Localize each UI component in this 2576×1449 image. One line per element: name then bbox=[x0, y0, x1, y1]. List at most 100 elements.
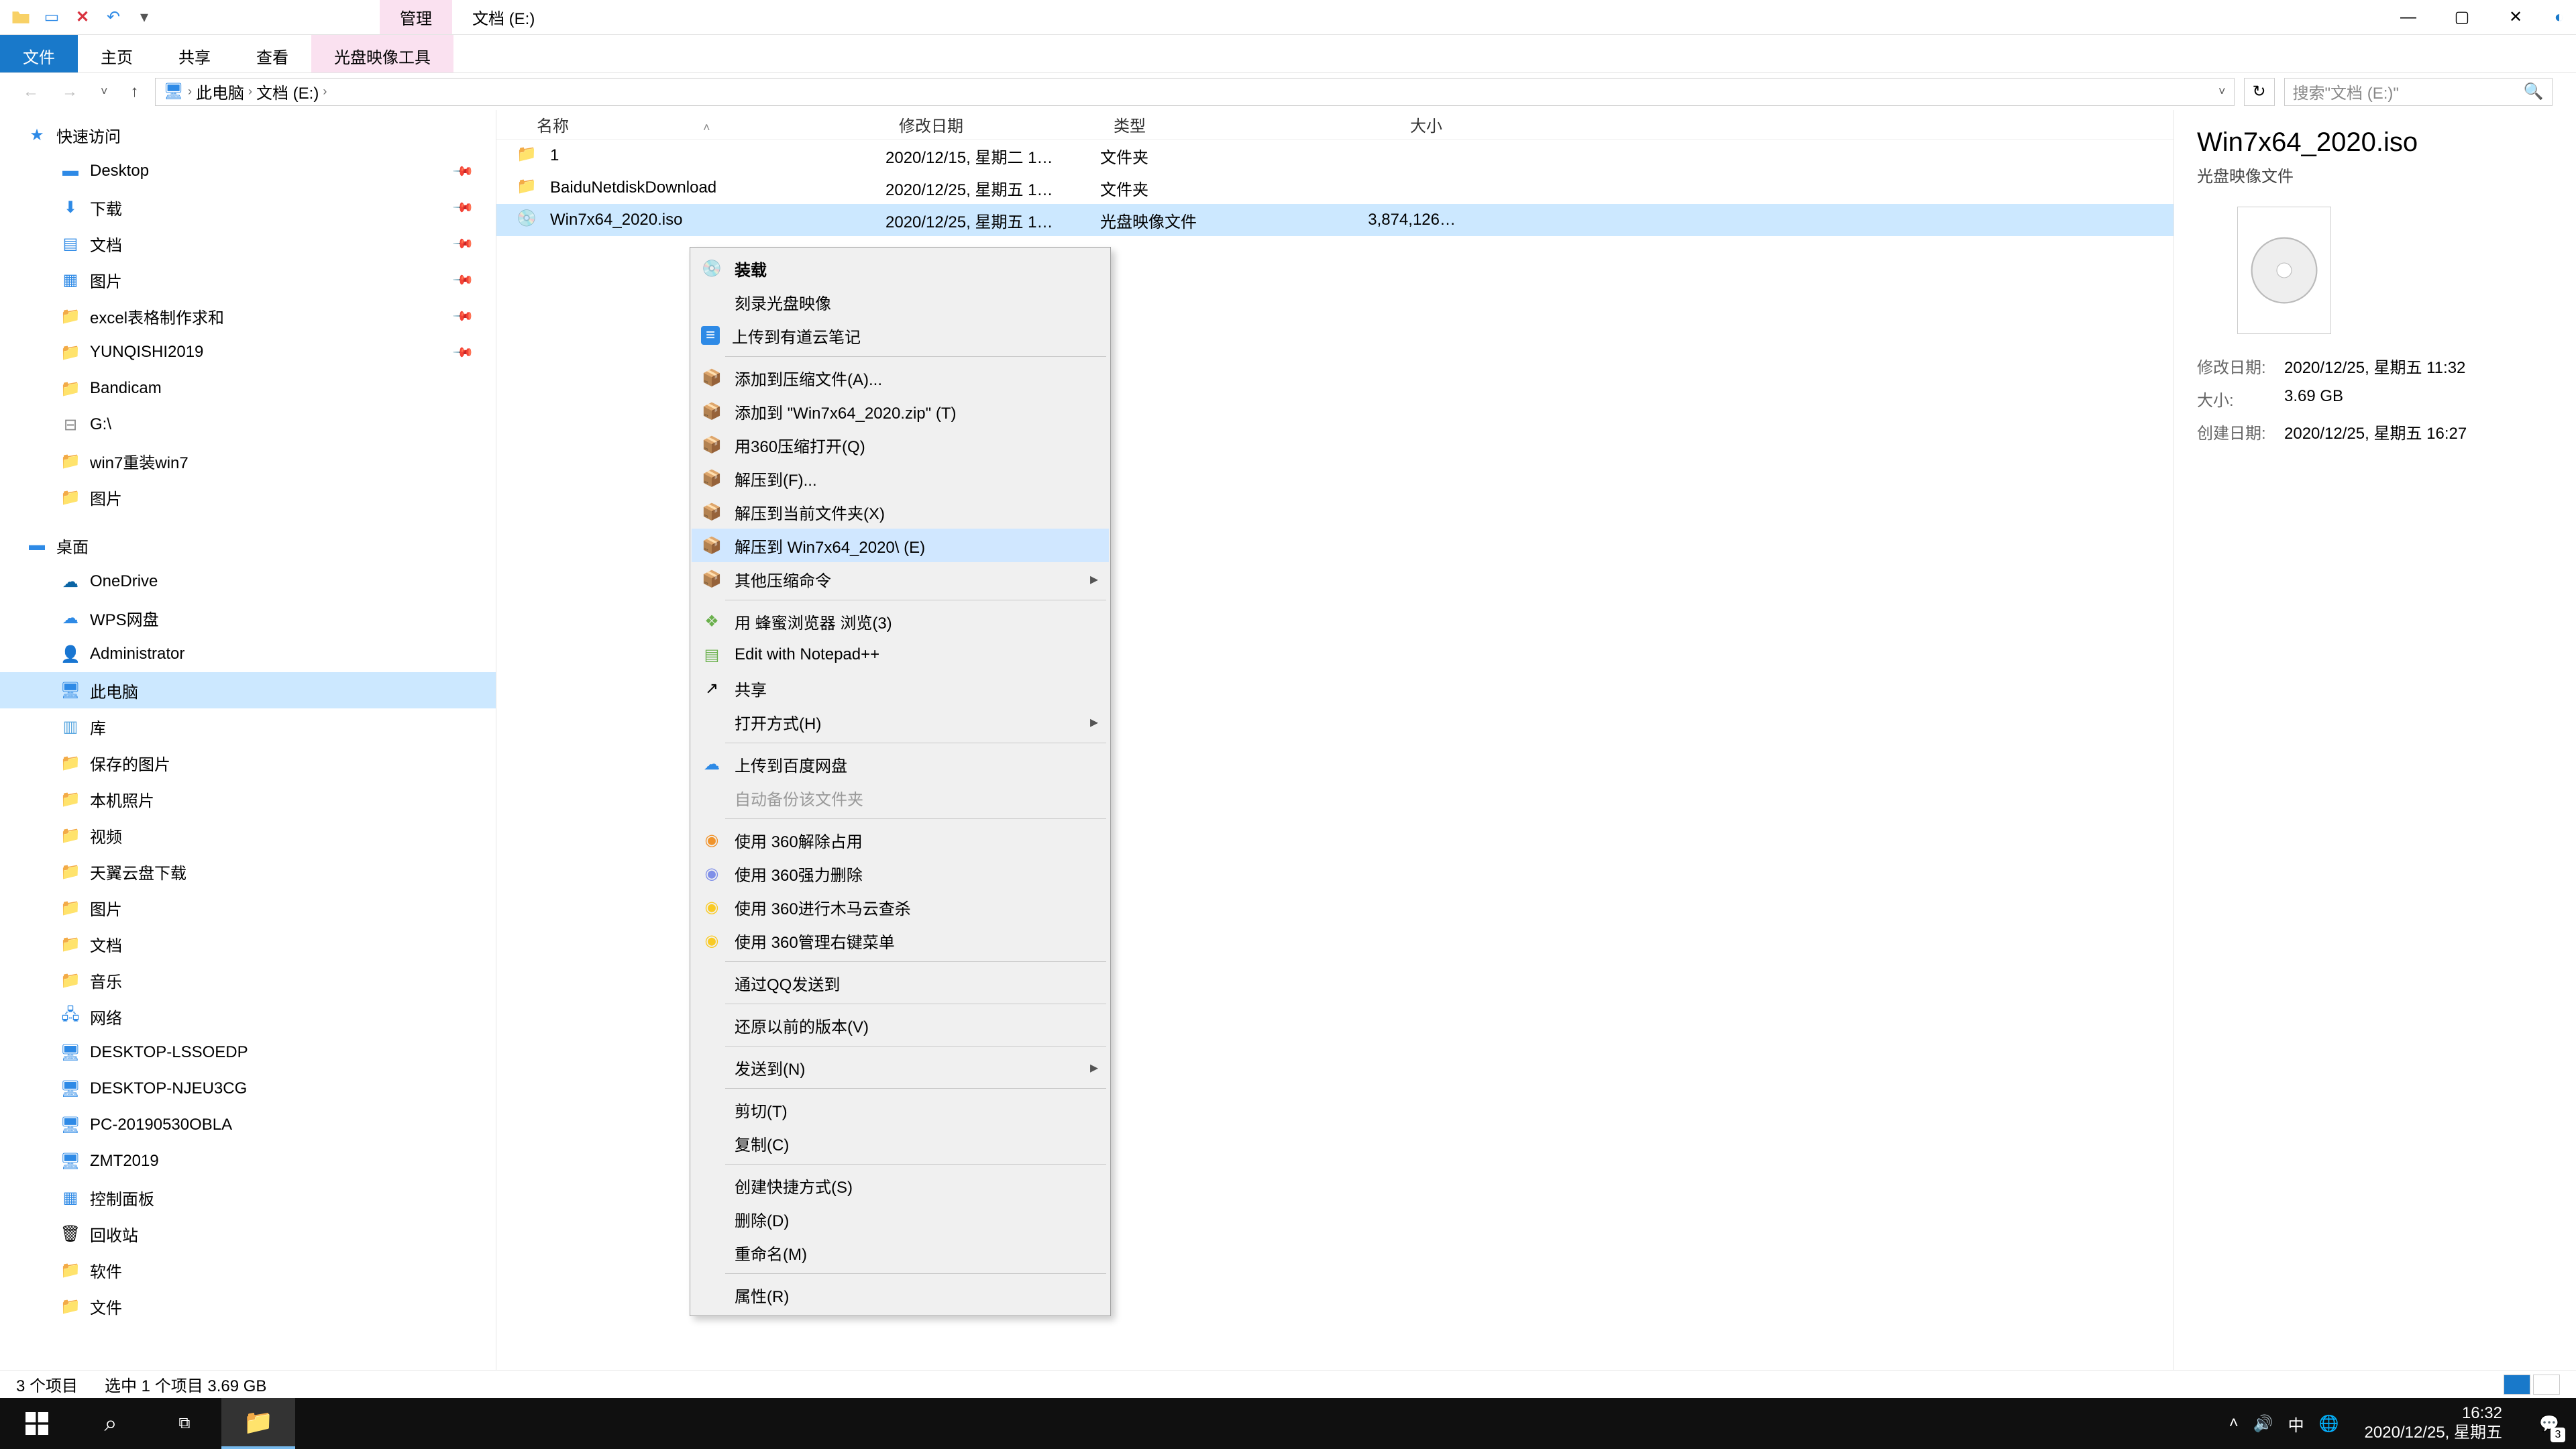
ctx-open-360zip[interactable]: 📦用360压缩打开(Q) bbox=[692, 428, 1109, 462]
sidebar-item[interactable]: 📁图片 bbox=[0, 479, 496, 515]
home-tab[interactable]: 主页 bbox=[78, 35, 156, 72]
clock[interactable]: 16:32 2020/12/25, 星期五 bbox=[2354, 1404, 2513, 1443]
column-date[interactable]: 修改日期 bbox=[885, 113, 1100, 136]
volume-icon[interactable]: 🔊 bbox=[2253, 1414, 2273, 1434]
ctx-other-compress[interactable]: 📦其他压缩命令▸ bbox=[692, 562, 1109, 596]
ctx-create-shortcut[interactable]: 创建快捷方式(S) bbox=[692, 1169, 1109, 1202]
maximize-button[interactable]: ▢ bbox=[2435, 0, 2489, 35]
ctx-delete[interactable]: 删除(D) bbox=[692, 1202, 1109, 1236]
quick-access[interactable]: ★ 快速访问 bbox=[0, 117, 496, 153]
sidebar-item[interactable]: ☁OneDrive bbox=[0, 564, 496, 600]
delete-icon[interactable]: ✕ bbox=[71, 6, 94, 29]
ctx-open-with[interactable]: 打开方式(H)▸ bbox=[692, 705, 1109, 739]
ctx-extract-to[interactable]: 📦解压到(F)... bbox=[692, 462, 1109, 495]
sidebar-item[interactable]: 📁excel表格制作求和📌 bbox=[0, 298, 496, 334]
sidebar-item[interactable]: 📁软件 bbox=[0, 1252, 496, 1288]
sidebar-item[interactable]: 📁文件 bbox=[0, 1288, 496, 1324]
ctx-properties[interactable]: 属性(R) bbox=[692, 1278, 1109, 1311]
sidebar-item[interactable]: ▥库 bbox=[0, 708, 496, 745]
action-center-button[interactable]: 💬 3 bbox=[2528, 1398, 2571, 1449]
file-tab[interactable]: 文件 bbox=[0, 35, 78, 72]
search-button[interactable]: ⌕ bbox=[74, 1398, 148, 1449]
sidebar-item[interactable]: 🖥ZMT2019 bbox=[0, 1143, 496, 1179]
sidebar-item[interactable]: 🖥DESKTOP-LSSOEDP bbox=[0, 1034, 496, 1071]
save-icon[interactable]: ▭ bbox=[40, 6, 63, 29]
ctx-360-delete[interactable]: ◉使用 360强力删除 bbox=[692, 857, 1109, 890]
file-row[interactable]: 📁BaiduNetdiskDownload 2020/12/25, 星期五 1…… bbox=[496, 172, 2174, 204]
close-button[interactable]: ✕ bbox=[2489, 0, 2542, 35]
recent-button[interactable]: ˅ bbox=[94, 85, 115, 99]
sidebar-item[interactable]: 📁图片 bbox=[0, 890, 496, 926]
sidebar-item[interactable]: 📁YUNQISHI2019📌 bbox=[0, 334, 496, 370]
sidebar-item[interactable]: ▦图片📌 bbox=[0, 262, 496, 298]
task-view-button[interactable]: ⧉ bbox=[148, 1398, 221, 1449]
breadcrumb-root[interactable]: 此电脑 bbox=[196, 80, 244, 103]
sidebar-item[interactable]: 🖧网络 bbox=[0, 998, 496, 1034]
tray-overflow-button[interactable]: ˄ bbox=[2229, 1414, 2239, 1433]
sidebar-item[interactable]: 📁本机照片 bbox=[0, 781, 496, 817]
network-icon[interactable]: 🌐 bbox=[2319, 1414, 2339, 1434]
back-button[interactable]: ← bbox=[16, 83, 46, 101]
sidebar-item[interactable]: 📁win7重装win7 bbox=[0, 443, 496, 479]
ctx-360-scan[interactable]: ◉使用 360进行木马云查杀 bbox=[692, 890, 1109, 924]
sidebar-item-this-pc[interactable]: 🖥此电脑 bbox=[0, 672, 496, 708]
ctx-rename[interactable]: 重命名(M) bbox=[692, 1236, 1109, 1269]
sidebar-item[interactable]: 📁天翼云盘下载 bbox=[0, 853, 496, 890]
details-view-button[interactable] bbox=[2504, 1375, 2530, 1395]
sidebar-item[interactable]: ⬇下载📌 bbox=[0, 189, 496, 225]
ctx-share[interactable]: ↗共享 bbox=[692, 672, 1109, 705]
forward-button[interactable]: → bbox=[55, 83, 85, 101]
sidebar-item[interactable]: 📁音乐 bbox=[0, 962, 496, 998]
icons-view-button[interactable] bbox=[2533, 1375, 2560, 1395]
view-tab[interactable]: 查看 bbox=[233, 35, 311, 72]
ctx-extract-here[interactable]: 📦解压到当前文件夹(X) bbox=[692, 495, 1109, 529]
file-row-selected[interactable]: 💿Win7x64_2020.iso 2020/12/25, 星期五 1… 光盘映… bbox=[496, 204, 2174, 236]
share-tab[interactable]: 共享 bbox=[156, 35, 233, 72]
ctx-copy[interactable]: 复制(C) bbox=[692, 1126, 1109, 1160]
sidebar-item[interactable]: ▤文档📌 bbox=[0, 225, 496, 262]
file-row[interactable]: 📁1 2020/12/15, 星期二 1… 文件夹 bbox=[496, 140, 2174, 172]
ctx-baidu-upload[interactable]: ☁上传到百度网盘 bbox=[692, 747, 1109, 781]
breadcrumb[interactable]: 🖥 › 此电脑 › 文档 (E:) › ˅ bbox=[155, 78, 2235, 106]
ctx-bee-browser[interactable]: ❖用 蜂蜜浏览器 浏览(3) bbox=[692, 604, 1109, 638]
redo-icon[interactable]: ▾ bbox=[133, 6, 156, 29]
search-input[interactable]: 搜索"文档 (E:)" 🔍 bbox=[2284, 78, 2553, 106]
ctx-add-archive[interactable]: 📦添加到压缩文件(A)... bbox=[692, 361, 1109, 394]
ctx-360-unlock[interactable]: ◉使用 360解除占用 bbox=[692, 823, 1109, 857]
disc-image-tools-tab[interactable]: 光盘映像工具 bbox=[311, 35, 453, 72]
refresh-button[interactable]: ↻ bbox=[2244, 78, 2275, 106]
breadcrumb-drive[interactable]: 文档 (E:) bbox=[256, 80, 319, 103]
sidebar-item[interactable]: 📁视频 bbox=[0, 817, 496, 853]
sidebar-item[interactable]: 🖥DESKTOP-NJEU3CG bbox=[0, 1071, 496, 1107]
ctx-add-zip[interactable]: 📦添加到 "Win7x64_2020.zip" (T) bbox=[692, 394, 1109, 428]
sidebar-item[interactable]: 🖥PC-20190530OBLA bbox=[0, 1107, 496, 1143]
explorer-taskbar-button[interactable]: 📁 bbox=[221, 1398, 295, 1449]
ctx-extract-named[interactable]: 📦解压到 Win7x64_2020\ (E) bbox=[692, 529, 1109, 562]
ctx-restore-version[interactable]: 还原以前的版本(V) bbox=[692, 1008, 1109, 1042]
sidebar-item[interactable]: ☁WPS网盘 bbox=[0, 600, 496, 636]
ctx-360-manage[interactable]: ◉使用 360管理右键菜单 bbox=[692, 924, 1109, 957]
chevron-down-icon[interactable]: ˅ bbox=[2218, 85, 2226, 99]
sidebar-item[interactable]: 📁文档 bbox=[0, 926, 496, 962]
column-name[interactable]: 名称˄ bbox=[496, 113, 885, 136]
sidebar-item[interactable]: 🗑回收站 bbox=[0, 1216, 496, 1252]
undo-icon[interactable]: ↶ bbox=[102, 6, 125, 29]
desktop-root[interactable]: ▬桌面 bbox=[0, 527, 496, 564]
ctx-mount[interactable]: 💿装载 bbox=[692, 252, 1109, 285]
minimize-button[interactable]: — bbox=[2381, 0, 2435, 35]
ctx-cut[interactable]: 剪切(T) bbox=[692, 1093, 1109, 1126]
column-size[interactable]: 大小 bbox=[1288, 113, 1456, 136]
column-type[interactable]: 类型 bbox=[1100, 113, 1288, 136]
sidebar-item[interactable]: 📁Bandicam bbox=[0, 370, 496, 407]
sidebar-item[interactable]: 👤Administrator bbox=[0, 636, 496, 672]
ime-indicator[interactable]: 中 bbox=[2288, 1412, 2304, 1436]
sidebar-item[interactable]: ▦控制面板 bbox=[0, 1179, 496, 1216]
up-button[interactable]: ↑ bbox=[124, 83, 146, 101]
start-button[interactable] bbox=[0, 1398, 74, 1449]
sidebar-item[interactable]: ▬Desktop📌 bbox=[0, 153, 496, 189]
ctx-qq-send[interactable]: 通过QQ发送到 bbox=[692, 966, 1109, 1000]
ctx-youdao[interactable]: ≡上传到有道云笔记 bbox=[692, 319, 1109, 352]
ctx-burn[interactable]: 刻录光盘映像 bbox=[692, 285, 1109, 319]
sidebar-item[interactable]: 📁保存的图片 bbox=[0, 745, 496, 781]
ctx-send-to[interactable]: 发送到(N)▸ bbox=[692, 1051, 1109, 1084]
